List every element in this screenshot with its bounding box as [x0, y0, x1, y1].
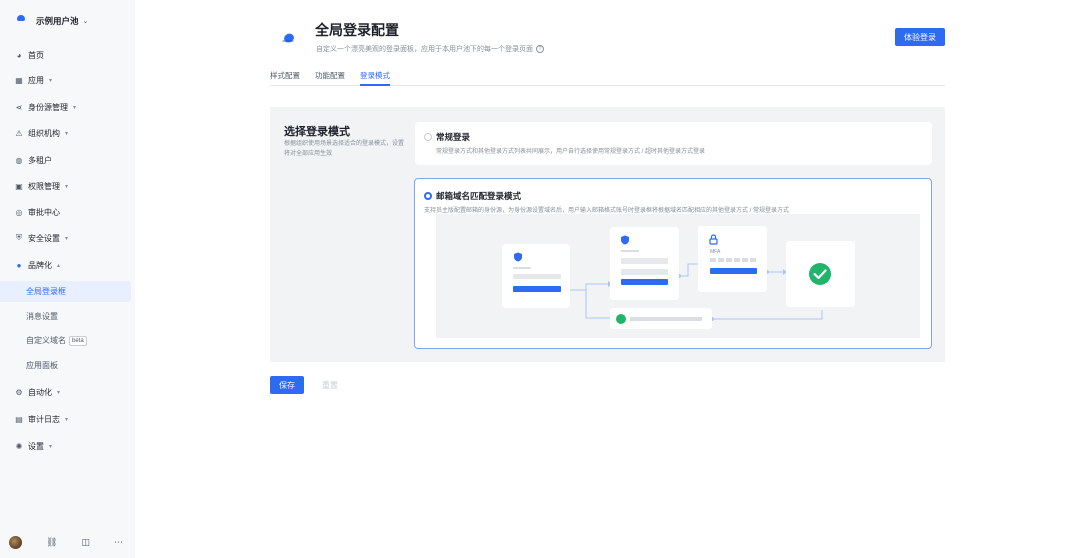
sidebar-item-label: 权限管理	[28, 181, 60, 191]
option-description: 常规登录方式和其他登录方式列表共同展示，用户自行选择使用常规登录方式 / 超时其…	[436, 149, 706, 155]
sidebar-item-tenant[interactable]: ◍ 多租户	[0, 150, 135, 170]
sidebar: 示例用户池 ⌄ ◕ 首页 ▦ 应用 ▾ ⋖ 身份源管理 ▾ ⚠ 组织机构 ▾ ◍…	[0, 0, 135, 558]
sidebar-item-label: 多租户	[28, 155, 52, 165]
sidebar-subitem-app-panel[interactable]: 应用面板	[0, 355, 131, 376]
sidebar-subitem-global-login-box[interactable]: 全局登录框	[0, 281, 131, 302]
sidebar-item-label: 品牌化	[28, 260, 52, 270]
dashboard-icon: ◕	[16, 50, 22, 60]
save-button[interactable]: 保存	[270, 376, 304, 394]
login-flow-diagram: MFA	[436, 214, 920, 338]
sidebar-item-identity-source[interactable]: ⋖ 身份源管理 ▾	[0, 97, 135, 117]
sidebar-item-label: 审计日志	[28, 414, 60, 424]
sidebar-item-label: 首页	[28, 50, 44, 60]
chevron-down-icon: ▾	[65, 183, 69, 190]
chevron-down-icon: ▾	[65, 416, 69, 423]
email-domain-login-radio[interactable]	[424, 192, 432, 200]
page-title: 全局登录配置	[315, 22, 399, 38]
sidebar-subitem-label: 消息设置	[26, 312, 58, 321]
permission-icon: ▣	[15, 181, 23, 191]
sidebar-item-permission[interactable]: ▣ 权限管理 ▾	[0, 176, 135, 196]
user-pool-name: 示例用户池	[36, 16, 79, 26]
page-description: 自定义一个漂亮美观的登录面板，应用于本用户池下的每一个登录页面 ?	[316, 44, 544, 54]
sidebar-item-label: 组织机构	[28, 128, 60, 138]
automation-icon: ⚙	[15, 387, 23, 397]
settings-icon: ✺	[15, 441, 23, 451]
flow-card-mfa: MFA	[698, 226, 767, 292]
sidebar-item-audit-log[interactable]: ▤ 审计日志 ▾	[0, 409, 135, 429]
option-title: 常规登录	[436, 132, 471, 142]
global-login-config-icon	[277, 26, 301, 50]
chevron-down-icon: ▾	[49, 77, 53, 84]
sidebar-item-security[interactable]: ⛨ 安全设置 ▾	[0, 228, 135, 248]
flow-card-social-login	[610, 308, 712, 329]
app-root: 示例用户池 ⌄ ◕ 首页 ▦ 应用 ▾ ⋖ 身份源管理 ▾ ⚠ 组织机构 ▾ ◍…	[0, 0, 1080, 558]
sidebar-item-approval[interactable]: ◎ 审批中心	[0, 202, 135, 222]
chevron-down-icon: ▾	[73, 104, 77, 111]
sidebar-subitem-label: 全局登录框	[26, 287, 66, 296]
sidebar-item-label: 应用	[28, 75, 44, 85]
flow-card-success	[786, 241, 855, 307]
beta-badge: beta	[69, 335, 87, 346]
approval-icon: ◎	[15, 207, 23, 217]
try-login-button[interactable]: 体验登录	[895, 28, 945, 46]
config-tabs: 样式配置 功能配置 登录模式	[270, 70, 945, 86]
sidebar-subitem-label: 应用面板	[26, 361, 58, 370]
book-icon[interactable]: ◫	[81, 537, 90, 548]
tab-style-config[interactable]: 样式配置	[270, 70, 300, 86]
success-check-icon	[809, 263, 831, 285]
login-mode-option-regular[interactable]: 常规登录 常规登录方式和其他登录方式列表共同展示，用户自行选择使用常规登录方式 …	[415, 122, 932, 165]
tab-feature-config[interactable]: 功能配置	[315, 70, 345, 86]
tab-login-mode[interactable]: 登录模式	[360, 70, 390, 86]
section-title: 选择登录模式	[284, 126, 350, 138]
option-title: 邮箱域名匹配登录模式	[436, 191, 522, 201]
audit-log-icon: ▤	[15, 414, 23, 424]
branding-icon: ●	[16, 260, 22, 270]
sidebar-item-automation[interactable]: ⚙ 自动化 ▾	[0, 382, 135, 402]
sidebar-item-apps[interactable]: ▦ 应用 ▾	[0, 70, 135, 90]
sidebar-item-label: 审批中心	[28, 207, 60, 217]
sidebar-item-label: 身份源管理	[28, 102, 68, 112]
page-description-text: 自定义一个漂亮美观的登录面板，应用于本用户池下的每一个登录页面	[316, 46, 533, 53]
sidebar-item-label: 设置	[28, 441, 44, 451]
regular-login-radio[interactable]	[424, 133, 432, 141]
security-icon: ⛨	[16, 233, 22, 242]
flow-card-login	[502, 244, 570, 308]
chevron-down-icon: ▾	[57, 389, 61, 396]
sidebar-item-home[interactable]: ◕ 首页	[0, 45, 135, 65]
sidebar-item-settings[interactable]: ✺ 设置 ▾	[0, 436, 135, 456]
sidebar-subitem-label: 自定义域名	[26, 336, 66, 345]
organization-icon: ⚠	[15, 128, 23, 138]
identity-source-icon: ⋖	[15, 102, 23, 112]
help-icon[interactable]: ?	[536, 45, 544, 53]
chevron-down-icon: ⌄	[82, 18, 89, 25]
chevron-down-icon: ▾	[65, 130, 69, 137]
authing-logo-icon	[14, 14, 30, 28]
avatar[interactable]	[9, 535, 22, 549]
sidebar-footer: ⛓ ◫ ⋯	[9, 535, 129, 549]
sidebar-subitem-message-settings[interactable]: 消息设置	[0, 306, 131, 327]
sidebar-item-label: 自动化	[28, 387, 52, 397]
sidebar-subitem-custom-domain[interactable]: 自定义域名 beta	[0, 330, 131, 351]
chevron-down-icon: ▾	[49, 443, 53, 450]
chevron-up-icon: ▴	[57, 262, 61, 269]
tenant-icon: ◍	[15, 155, 23, 165]
sidebar-item-organization[interactable]: ⚠ 组织机构 ▾	[0, 123, 135, 143]
chevron-down-icon: ▾	[65, 235, 69, 242]
sidebar-item-branding[interactable]: ● 品牌化 ▴	[0, 255, 135, 275]
apps-icon: ▦	[15, 75, 23, 85]
flow-card-email-login	[610, 227, 679, 300]
user-pool-switcher[interactable]: 示例用户池 ⌄	[14, 13, 88, 29]
link-icon[interactable]: ⛓	[46, 537, 57, 548]
section-description: 根据组织使用场景选择适合的登录模式，设置将对全部应用生效	[284, 141, 405, 157]
more-icon[interactable]: ⋯	[114, 537, 123, 548]
mfa-label: MFA	[710, 249, 721, 255]
option-description: 支持员主版配置邮箱的身份源，为身份源设置域名后，用户输入邮箱格式账号时登录框将根…	[424, 208, 790, 214]
sidebar-item-label: 安全设置	[28, 233, 60, 243]
reset-button[interactable]: 重置	[316, 376, 344, 394]
